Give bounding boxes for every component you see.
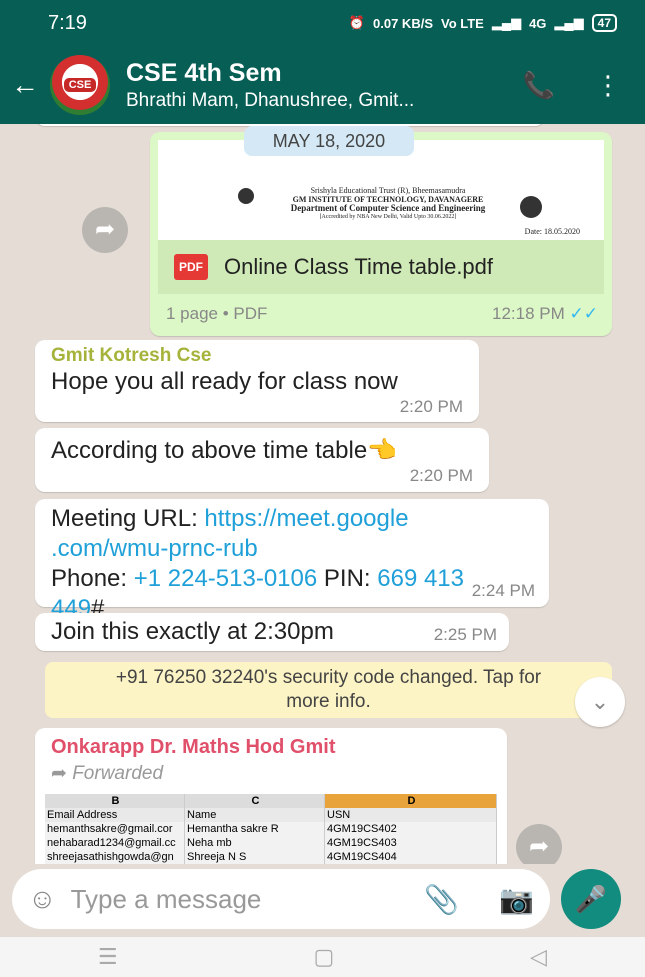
status-icons: ⏰ 0.07 KB/S Vo LTE ▂▄▆ 4G ▂▄▆ 47 [349,14,617,32]
message-sender: Onkarapp Dr. Maths Hod Gmit [51,736,336,758]
add-call-icon[interactable]: 📞 [523,70,555,101]
sheet-cell: 4GM19CS404 [325,850,497,864]
chat-participants: Bhrathi Mam, Dhanushree, Gmit... [126,89,415,111]
department-logo-icon [520,196,542,218]
forward-share-icon[interactable]: ➦ [516,824,562,864]
sheet-header: USN [325,808,497,822]
sheet-cell: Shreeja N S [185,850,325,864]
doc-line-4: [Accredited by NBA New Delhi, Valid Upto… [319,214,457,220]
home-icon[interactable]: ▢ [314,944,335,970]
message-text: Meeting URL: https://meet.google .com/wm… [51,505,465,622]
meeting-link-cont[interactable]: .com/wmu-prnc-rub [51,535,258,562]
sheet-cell: nehabarad1234@gmail.cc [45,836,185,850]
sheet-cell: Hemantha sakre R [185,822,325,836]
message-text: According to above time table👈 [51,437,398,464]
message-sender: Gmit Kotresh Cse [51,345,212,366]
system-nav-bar: ☰ ▢ ◁ [0,937,645,977]
doc-line-1: Srishyla Educational Trust (R), Bheemasa… [310,186,466,195]
sheet-cell: shreejasathishgowda@gn [45,850,185,864]
message-time: 2:24 PM [471,581,535,600]
doc-line-3: Department of Computer Science and Engin… [290,203,486,213]
alarm-icon: ⏰ [348,15,366,30]
sheet-header: Name [185,808,325,822]
read-ticks-icon: ✓✓ [569,304,599,323]
volte-indicator: Vo LTE [441,15,484,31]
message-time: 12:18 PM [492,304,565,323]
status-bar: 7:19 ⏰ 0.07 KB/S Vo LTE ▂▄▆ 4G ▂▄▆ 47 [0,0,645,46]
sheet-cell: hemanthsakre@gmail.cor [45,822,185,836]
document-file-name: Online Class Time table.pdf [224,254,494,279]
forwarded-label: Forwarded [72,763,164,784]
forwarded-message[interactable]: Onkarapp Dr. Maths Hod Gmit ➦ Forwarded … [35,728,507,864]
spreadsheet-image[interactable]: B C D Email Address Name USN hemanthsakr… [45,794,497,864]
message-text: Join this exactly at 2:30pm [51,618,334,645]
chat-title: CSE 4th Sem [126,58,282,87]
group-avatar[interactable]: CSE [50,55,110,115]
phone-link[interactable]: +1 224-513-0106 [134,565,318,592]
forward-share-icon[interactable]: ➦ [82,207,128,253]
chat-area[interactable]: Srishyla Educational Trust (R), Bheemasa… [0,124,645,864]
meeting-link[interactable]: https://meet.google [204,505,408,532]
signal-icon-2: ▂▄▆ [554,15,584,30]
pin-link[interactable]: 669 413 [377,565,464,592]
camera-icon[interactable]: 📷 [499,883,534,916]
more-options-icon[interactable]: ⋮ [595,70,621,101]
chat-title-area[interactable]: CSE 4th Sem Bhrathi Mam, Dhanushree, Gmi… [126,59,523,112]
message-bubble[interactable]: Meeting URL: https://meet.google .com/wm… [35,499,549,622]
message-composer[interactable]: ☺ 📎 📷 [12,869,550,929]
message-bubble[interactable]: Gmit Kotresh Cse Hope you all ready for … [35,340,479,422]
sheet-cell: 4GM19CS403 [325,836,497,850]
pdf-icon: PDF [174,254,208,280]
doc-date: Date: 18.05.2020 [524,227,580,236]
institute-logo-icon [238,188,254,204]
chat-header: ← CSE CSE 4th Sem Bhrathi Mam, Dhanushre… [0,46,645,124]
message-text: Hope you all ready for class now [51,368,398,395]
scroll-down-button[interactable]: ⌄ [575,677,625,727]
recents-icon[interactable]: ☰ [98,944,118,970]
sheet-cell: Neha mb [185,836,325,850]
sheet-column-label: C [185,794,325,808]
sheet-column-label: D [325,794,497,808]
message-time: 2:20 PM [409,466,473,485]
attach-icon[interactable]: 📎 [424,883,459,916]
message-input[interactable] [70,883,425,915]
message-bubble[interactable]: According to above time table👈 2:20 PM [35,428,489,492]
sheet-header: Email Address [45,808,185,822]
status-time: 7:19 [48,11,87,34]
security-code-notice[interactable]: +91 76250 32240's security code changed.… [45,662,612,718]
message-time: 2:25 PM [433,625,497,644]
network-type: 4G [529,15,547,31]
document-message[interactable]: Srishyla Educational Trust (R), Bheemasa… [150,132,612,336]
emoji-icon[interactable]: ☺ [28,883,57,915]
back-icon[interactable]: ◁ [530,944,547,970]
battery-icon: 47 [591,14,617,32]
network-speed: 0.07 KB/S [373,15,433,31]
message-time: 2:20 PM [399,397,463,416]
message-bubble[interactable]: Join this exactly at 2:30pm 2:25 PM [35,613,509,651]
microphone-button[interactable]: 🎤 [561,869,621,929]
back-arrow-icon[interactable]: ← [0,69,50,101]
signal-icon: ▂▄▆ [491,15,522,30]
forwarded-icon: ➦ [51,763,67,784]
sheet-column-label: B [45,794,185,808]
sheet-cell: 4GM19CS402 [325,822,497,836]
document-meta: 1 page • PDF [166,304,268,323]
date-chip: MAY 18, 2020 [244,126,414,156]
document-file-row[interactable]: PDF Online Class Time table.pdf [158,240,604,294]
